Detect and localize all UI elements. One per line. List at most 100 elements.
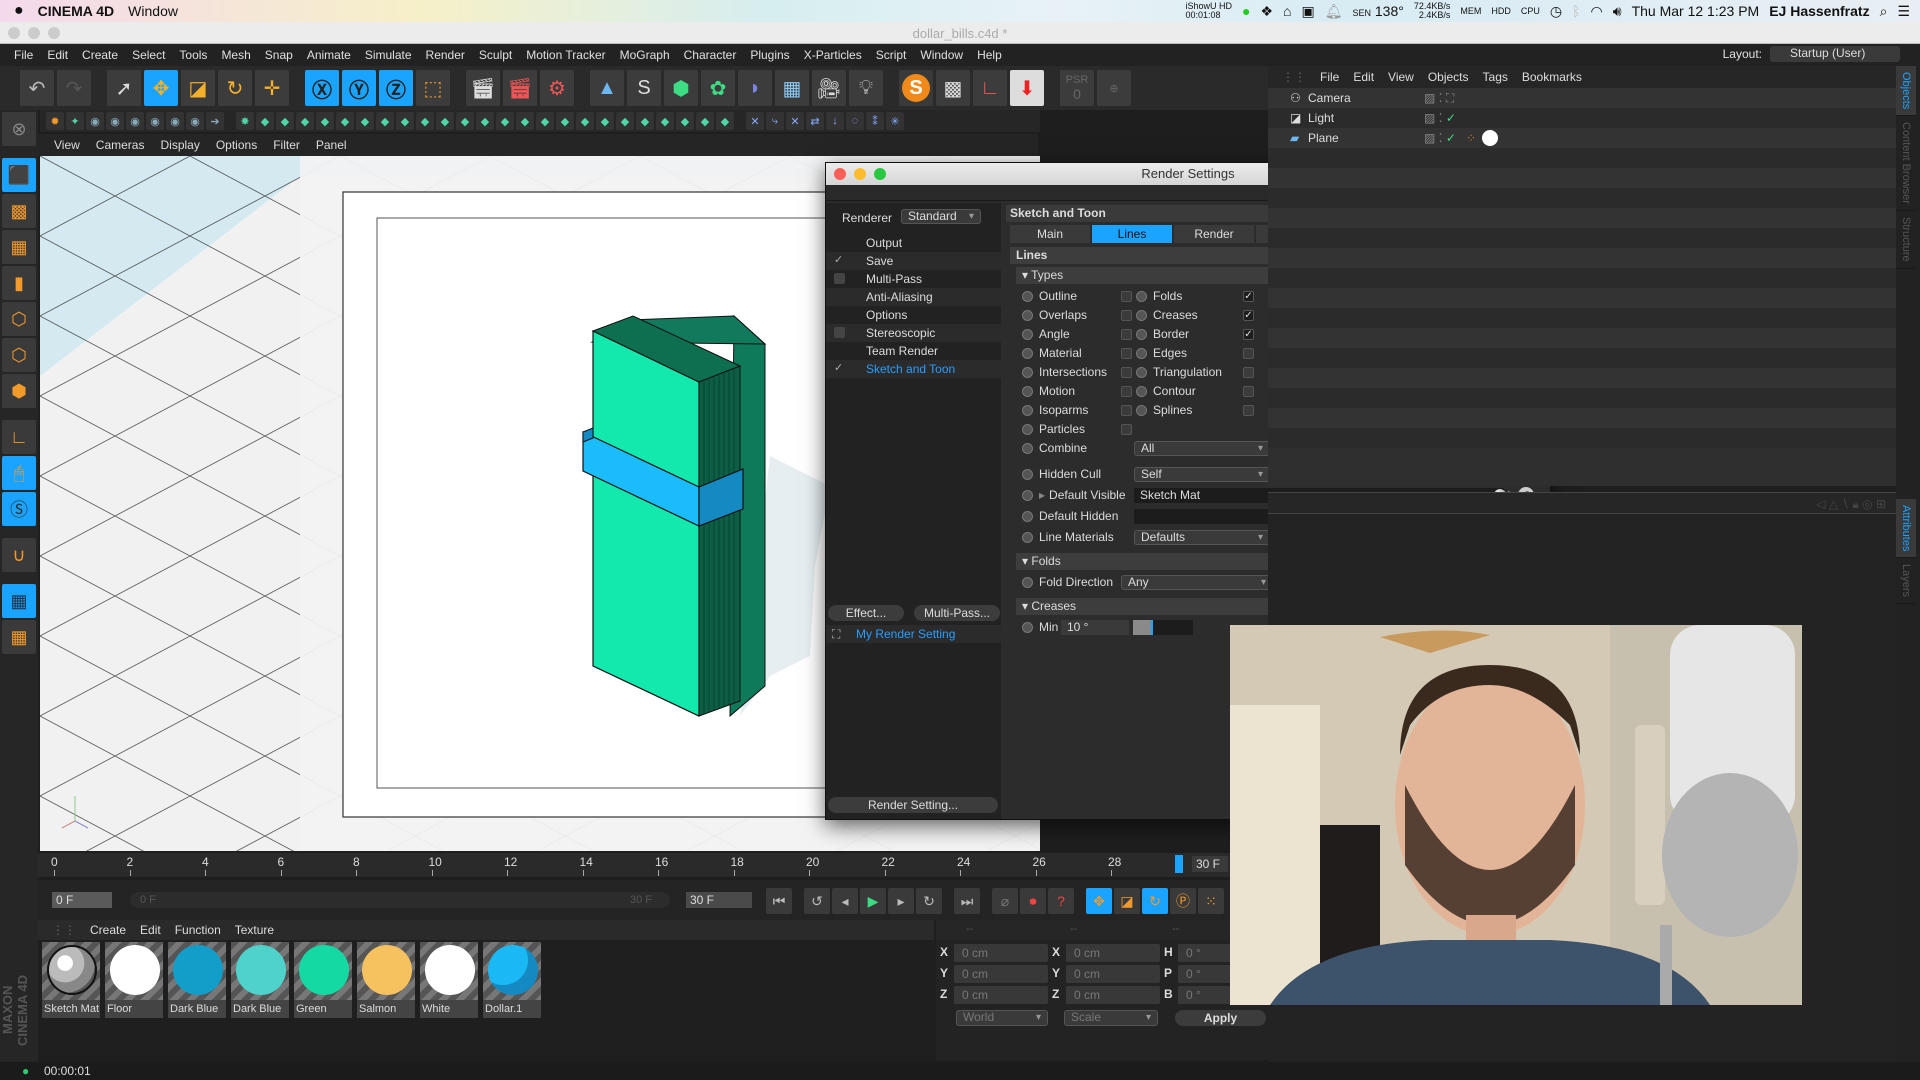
material-swatch[interactable]: Dollar.1 — [483, 942, 541, 1018]
side-tab-attributes[interactable]: Attributes — [1896, 498, 1916, 559]
recent-tool-icon[interactable]: ✛ — [255, 70, 289, 106]
animate-radio-icon[interactable] — [1022, 510, 1033, 522]
tree-item-output[interactable]: Output — [826, 234, 1001, 252]
folds-checkbox[interactable]: ✓ — [1243, 291, 1254, 302]
side-tab-objects[interactable]: Objects — [1896, 66, 1916, 117]
xparticles-icon-25[interactable]: ◆ — [716, 112, 734, 130]
key-rotation-icon[interactable]: ↻ — [1142, 888, 1168, 914]
expand-arrow-icon[interactable]: ▸ — [1039, 486, 1045, 504]
key-parameter-icon[interactable]: Ⓟ — [1170, 888, 1196, 914]
xparticles-icon-21[interactable]: ◆ — [636, 112, 654, 130]
animate-radio-icon[interactable] — [1136, 309, 1147, 321]
edges-checkbox[interactable] — [1243, 348, 1254, 359]
psr-icon[interactable]: PSR 0 — [1060, 70, 1094, 106]
clock[interactable]: Thu Mar 12 1:23 PM — [1632, 3, 1760, 19]
coordinate-system-icon[interactable]: ⬚ — [416, 70, 450, 106]
size-x-input[interactable]: 0 cm — [1066, 944, 1160, 962]
viewport-menu-panel[interactable]: Panel — [316, 138, 347, 152]
xparticles-icon-20[interactable]: ◆ — [616, 112, 634, 130]
xparticles-icon-24[interactable]: ◆ — [696, 112, 714, 130]
border-checkbox[interactable]: ✓ — [1243, 329, 1254, 340]
angle-checkbox[interactable] — [1121, 329, 1132, 340]
om-menu-tags[interactable]: Tags — [1483, 70, 1508, 84]
outline-checkbox[interactable] — [1121, 291, 1132, 302]
apple-icon[interactable]: ● — [14, 2, 24, 20]
user-name[interactable]: EJ Hassenfratz — [1769, 3, 1869, 19]
menu-animate[interactable]: Animate — [307, 48, 351, 62]
viewport-menu-display[interactable]: Display — [160, 138, 199, 152]
tag-icon-1[interactable]: ◉ — [86, 112, 104, 130]
tab-render[interactable]: Render — [1174, 225, 1254, 243]
side-tab-structure[interactable]: Structure — [1896, 211, 1916, 269]
intersections-checkbox[interactable] — [1121, 367, 1132, 378]
y-axis-lock-icon[interactable]: Ⓨ — [342, 70, 376, 106]
visibility-dots-icon[interactable]: ▨ ⁚ ✓ — [1424, 108, 1456, 128]
tree-item-team-render[interactable]: Team Render — [826, 342, 1001, 360]
effect-button[interactable]: Effect... — [828, 605, 904, 621]
axis-mode-icon[interactable]: ∟ — [2, 420, 36, 454]
menu-script[interactable]: Script — [876, 48, 907, 62]
make-editable-icon[interactable]: ⊗ — [2, 112, 36, 146]
material-swatch[interactable]: Green — [294, 942, 352, 1018]
animate-radio-icon[interactable] — [1022, 531, 1033, 543]
type-folds[interactable]: Folds — [1136, 287, 1182, 305]
type-splines[interactable]: Splines — [1136, 401, 1192, 419]
pos-z-input[interactable]: 0 cm — [954, 986, 1048, 1004]
visibility-dots-icon[interactable]: ▨ ⁚ ⛶ — [1424, 88, 1454, 108]
layout-select[interactable]: Startup (User) — [1770, 46, 1900, 62]
rot-h-input[interactable]: 0 ° — [1178, 944, 1238, 962]
preview-range-slider[interactable]: 0 F 30 F — [130, 892, 670, 908]
drop-to-floor-icon[interactable]: ⬇ — [1010, 70, 1044, 106]
xparticles-icon-7[interactable]: ◆ — [356, 112, 374, 130]
modifier-icon-6[interactable]: ◌ — [846, 112, 864, 130]
tab-main[interactable]: Main — [1010, 225, 1090, 243]
save-enabled-check[interactable]: ✓ — [834, 255, 845, 266]
line-materials-select[interactable]: Defaults — [1134, 530, 1270, 545]
menu-window[interactable]: Window — [920, 48, 963, 62]
redo-icon[interactable]: ↷ — [57, 70, 91, 106]
animate-radio-icon[interactable] — [1136, 366, 1147, 378]
spline-pen-icon[interactable]: S — [627, 70, 661, 106]
material-swatch[interactable]: White — [420, 942, 478, 1018]
material-swatch[interactable]: Sketch Mat — [42, 942, 100, 1018]
modifier-icon-3[interactable]: ✕ — [786, 112, 804, 130]
tag-icon-5[interactable]: ◉ — [166, 112, 184, 130]
menu-create[interactable]: Create — [82, 48, 118, 62]
material-checkbox[interactable] — [1121, 348, 1132, 359]
animate-radio-icon[interactable] — [1022, 442, 1033, 454]
type-angle[interactable]: Angle — [1022, 325, 1070, 343]
tab-lines[interactable]: Lines — [1092, 225, 1172, 243]
om-menu-objects[interactable]: Objects — [1428, 70, 1469, 84]
visibility-dots-icon[interactable]: ▨ ⁚ ✓ — [1424, 128, 1456, 148]
animate-radio-icon[interactable] — [1022, 489, 1033, 501]
xparticles-icon-10[interactable]: ◆ — [416, 112, 434, 130]
coord-mode-select[interactable]: World — [956, 1010, 1048, 1026]
size-mode-select[interactable]: Scale — [1064, 1010, 1158, 1026]
animate-radio-icon[interactable] — [1022, 290, 1033, 302]
xparticles-icon-15[interactable]: ◆ — [516, 112, 534, 130]
min-angle-input[interactable]: 10 ° — [1061, 620, 1129, 635]
menu-sculpt[interactable]: Sculpt — [479, 48, 512, 62]
type-creases[interactable]: Creases — [1136, 306, 1198, 324]
model-mode-icon[interactable]: ⬛ — [2, 158, 36, 192]
sketch-toon-enabled-check[interactable]: ✓ — [834, 363, 845, 374]
object-row-plane[interactable]: ▰ Plane ▨ ⁚ ✓ ⁘ — [1268, 128, 1896, 148]
new-panel-icon[interactable]: ⊞ — [1876, 497, 1886, 511]
om-menu-bookmarks[interactable]: Bookmarks — [1522, 70, 1582, 84]
viewport-menu-options[interactable]: Options — [216, 138, 257, 152]
lock-icon[interactable]: 🔒︎ — [1852, 497, 1858, 511]
animate-radio-icon[interactable] — [1136, 404, 1147, 416]
rs-minimize-button[interactable] — [854, 168, 866, 180]
up-icon[interactable]: △ — [1829, 497, 1838, 511]
side-tab-content-browser[interactable]: Content Browser — [1896, 116, 1916, 212]
modifier-icon-1[interactable]: ✕ — [746, 112, 764, 130]
tree-item-anti-aliasing[interactable]: Anti-Aliasing — [826, 288, 1001, 306]
animation-mode-icon[interactable]: ▮ — [2, 266, 36, 300]
dropbox-icon[interactable]: ❖ — [1260, 3, 1273, 20]
xparticles-icon-11[interactable]: ◆ — [436, 112, 454, 130]
menu-character[interactable]: Character — [684, 48, 737, 62]
particles-checkbox[interactable] — [1121, 424, 1132, 435]
showu-status[interactable]: iShowU HD 00:01:08 — [1185, 2, 1232, 20]
workplane-align-icon[interactable]: ▦ — [2, 620, 36, 654]
xparticles-icon-23[interactable]: ◆ — [676, 112, 694, 130]
